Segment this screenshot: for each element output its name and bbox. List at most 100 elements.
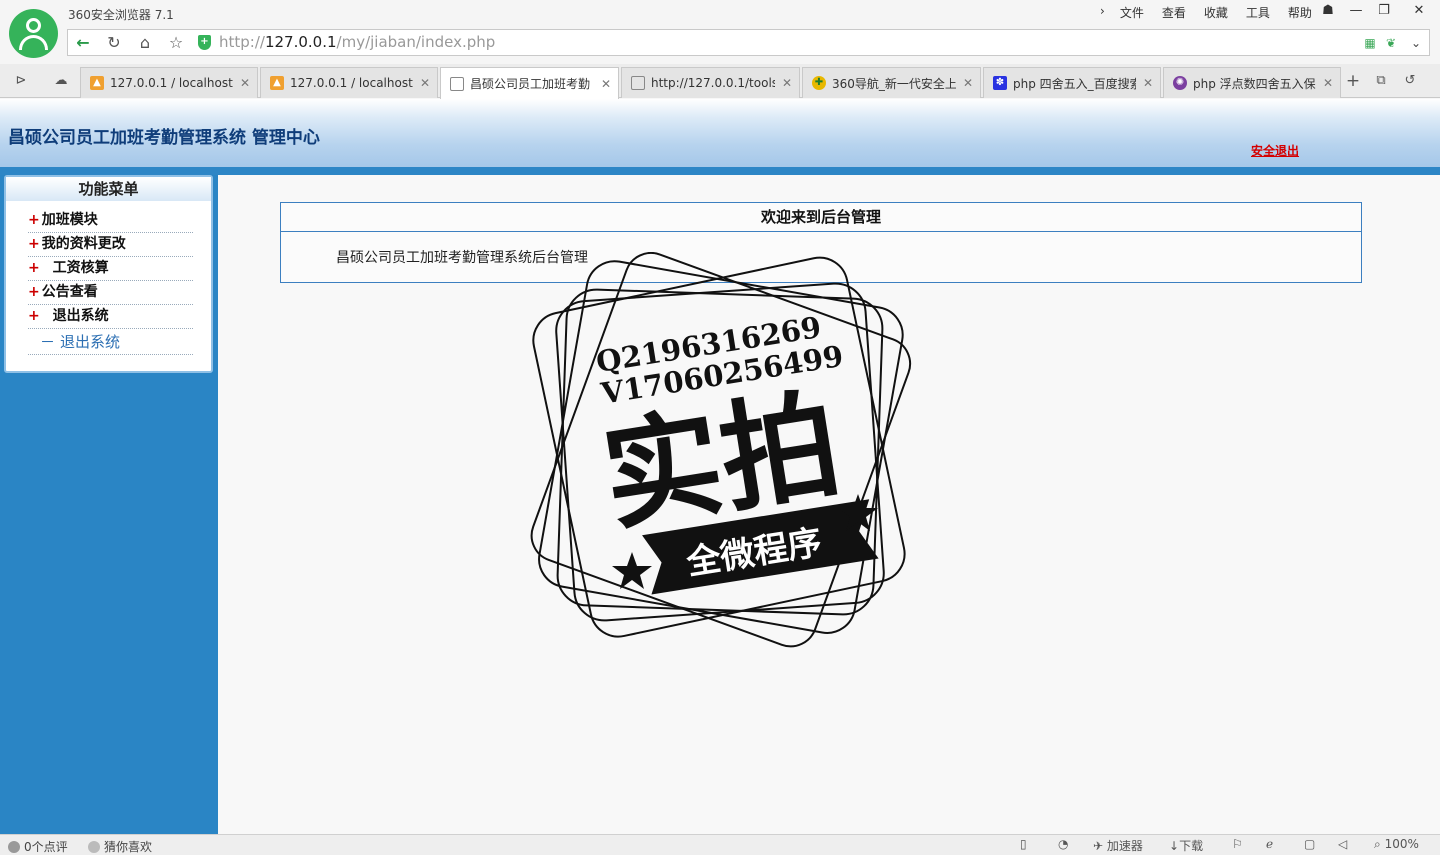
- submenu-label: 退出系统: [60, 333, 121, 351]
- menu-item-exit[interactable]: + 退出系统: [28, 305, 193, 329]
- qrcode-icon[interactable]: ▦: [1361, 34, 1379, 52]
- back-icon[interactable]: ←: [72, 32, 94, 54]
- 360-nav-icon: ✚: [812, 76, 826, 90]
- logout-link[interactable]: 安全退出: [1251, 142, 1299, 159]
- menu-tools[interactable]: 工具: [1237, 4, 1279, 21]
- status-bar: 0个点评 猜你喜欢 ▯ ◔ ✈ 加速器 ↓下载 ⚐ ℯ ▢ ◁ ⌕ 100%: [0, 834, 1440, 855]
- tab-label: 昌硕公司员工加班考勤: [470, 77, 591, 91]
- tab-phpmyadmin-2[interactable]: ▲ 127.0.0.1 / localhost ✕: [260, 67, 438, 98]
- zoom-control[interactable]: ⌕ 100%: [1374, 837, 1419, 852]
- sidebar-toggle-icon[interactable]: ⊳: [11, 72, 31, 90]
- expand-plus-icon: +: [28, 308, 45, 324]
- tab-360-nav[interactable]: ✚ 360导航_新一代安全上 ✕: [802, 67, 981, 98]
- menu-item-notice[interactable]: + 公告查看: [28, 281, 193, 305]
- page-header: 昌硕公司员工加班考勤管理系统 管理中心 安全退出: [0, 99, 1440, 175]
- bookmark-star-icon[interactable]: ☆: [165, 32, 187, 54]
- new-tab-icon[interactable]: +: [1343, 72, 1363, 90]
- comments-label: 0个点评: [24, 840, 68, 854]
- tab-close-icon[interactable]: ✕: [1321, 76, 1335, 90]
- menu-item-profile[interactable]: + 我的资料更改: [28, 233, 193, 257]
- tab-php-float[interactable]: ✺ php 浮点数四舍五入保 ✕: [1163, 67, 1341, 98]
- submenu-exit-system[interactable]: －退出系统: [28, 330, 193, 355]
- watermark-stamp: Q2196316269 V17060256499 实拍 全微程序: [530, 252, 912, 648]
- download-icon: ↓: [1169, 839, 1180, 853]
- tab-close-icon[interactable]: ✕: [780, 76, 794, 90]
- baidu-icon: ✽: [993, 76, 1007, 90]
- expand-plus-icon: +: [28, 236, 40, 252]
- star-icon: [612, 552, 652, 589]
- menu-expand-icon[interactable]: ›: [1094, 4, 1111, 21]
- menu-item-label: 工资核算: [52, 260, 109, 276]
- page-icon: [450, 76, 464, 91]
- expand-plus-icon: +: [28, 212, 40, 228]
- accelerator-label: 加速器: [1106, 839, 1143, 853]
- sub-dash-icon: －: [40, 333, 56, 351]
- ie-icon[interactable]: ℯ: [1266, 837, 1273, 851]
- page-icon: [631, 76, 645, 90]
- undo-close-icon[interactable]: ↺: [1400, 72, 1420, 90]
- menu-item-label: 退出系统: [52, 308, 109, 324]
- tab-close-icon[interactable]: ✕: [238, 76, 252, 90]
- cloud-icon[interactable]: ☁: [51, 72, 71, 90]
- tab-close-icon[interactable]: ✕: [1141, 76, 1155, 90]
- guess-status[interactable]: 猜你喜欢: [88, 838, 152, 855]
- phpmyadmin-icon: ▲: [90, 76, 104, 90]
- tab-close-icon[interactable]: ✕: [961, 76, 975, 90]
- url-host: 127.0.0.1: [264, 33, 337, 51]
- menu-item-salary[interactable]: + 工资核算: [28, 257, 193, 281]
- menu-item-overtime[interactable]: + 加班模块: [28, 209, 193, 233]
- php-icon: ✺: [1173, 76, 1187, 90]
- refresh-icon[interactable]: ↻: [103, 32, 125, 54]
- minimize-button[interactable]: —: [1343, 2, 1369, 20]
- system-title: 昌硕公司员工加班考勤管理系统 管理中心: [8, 128, 320, 148]
- address-dropdown-icon[interactable]: ⌄: [1407, 34, 1425, 52]
- expand-plus-icon: +: [28, 284, 40, 300]
- menu-favorites[interactable]: 收藏: [1195, 4, 1237, 21]
- url-field[interactable]: http://127.0.0.1/my/jiaban/index.php: [219, 33, 495, 51]
- menu-item-label: 我的资料更改: [41, 236, 126, 252]
- guess-label: 猜你喜欢: [104, 840, 153, 854]
- expand-plus-icon: +: [28, 260, 45, 276]
- mobile-icon[interactable]: ▯: [1020, 837, 1027, 851]
- welcome-heading: 欢迎来到后台管理: [281, 203, 1361, 232]
- user-avatar-icon[interactable]: [9, 9, 58, 58]
- close-window-button[interactable]: ✕: [1406, 2, 1432, 20]
- guess-icon: [88, 841, 100, 853]
- tab-list-icon[interactable]: ⧉: [1371, 72, 1391, 90]
- compat-mode-icon[interactable]: ❦: [1382, 34, 1400, 52]
- tab-close-icon[interactable]: ✕: [599, 77, 613, 91]
- address-bar[interactable]: ← ↻ ⌂ ☆ + http://127.0.0.1/my/jiaban/ind…: [67, 29, 1430, 56]
- phpmyadmin-icon: ▲: [270, 76, 284, 90]
- menu-view[interactable]: 查看: [1153, 4, 1195, 21]
- accelerator-button[interactable]: ✈ 加速器: [1093, 837, 1143, 854]
- tab-label: http://127.0.0.1/tools: [651, 76, 775, 90]
- download-button[interactable]: ↓下载: [1169, 837, 1203, 854]
- url-path: /my/jiaban/index.php: [336, 33, 496, 51]
- tab-label: php 浮点数四舍五入保: [1193, 76, 1316, 91]
- sound-icon[interactable]: ◁: [1338, 837, 1347, 851]
- security-shield-icon: +: [198, 35, 211, 50]
- function-menu: 功能菜单 + 加班模块 + 我的资料更改 + 工资核算 + 公告查看 + 退出系统 －…: [4, 175, 213, 373]
- maximize-button[interactable]: ❐: [1371, 2, 1397, 20]
- speed-icon[interactable]: ◔: [1058, 837, 1068, 851]
- tab-label: 127.0.0.1 / localhost: [110, 76, 233, 90]
- window-icon[interactable]: ▢: [1304, 837, 1315, 851]
- tab-baidu[interactable]: ✽ php 四舍五入_百度搜索 ✕: [983, 67, 1161, 98]
- flag-icon[interactable]: ⚐: [1232, 837, 1243, 851]
- skin-icon[interactable]: ☗: [1315, 2, 1341, 20]
- tab-bar: ⊳ ☁ ▲ 127.0.0.1 / localhost ✕ ▲ 127.0.0.…: [0, 64, 1440, 99]
- menu-heading: 功能菜单: [6, 177, 211, 201]
- menu-item-label: 公告查看: [41, 284, 98, 300]
- sidebar: 功能菜单 + 加班模块 + 我的资料更改 + 工资核算 + 公告查看 + 退出系统 －…: [0, 175, 218, 834]
- tab-phpmyadmin-1[interactable]: ▲ 127.0.0.1 / localhost ✕: [80, 67, 258, 98]
- home-icon[interactable]: ⌂: [134, 32, 156, 54]
- zoom-icon: ⌕: [1374, 837, 1381, 851]
- browser-menu: › 文件 查看 收藏 工具 帮助: [1094, 4, 1321, 21]
- comments-status[interactable]: 0个点评: [8, 838, 68, 855]
- tab-tools[interactable]: http://127.0.0.1/tools ✕: [621, 67, 800, 98]
- menu-file[interactable]: 文件: [1111, 4, 1153, 21]
- tab-close-icon[interactable]: ✕: [418, 76, 432, 90]
- browser-titlebar: 360安全浏览器 7.1 › 文件 查看 收藏 工具 帮助 ☗ — ❐ ✕ ← …: [0, 0, 1440, 64]
- tab-jiaban-active[interactable]: 昌硕公司员工加班考勤 ✕: [440, 67, 619, 99]
- header-strip: [0, 167, 1440, 175]
